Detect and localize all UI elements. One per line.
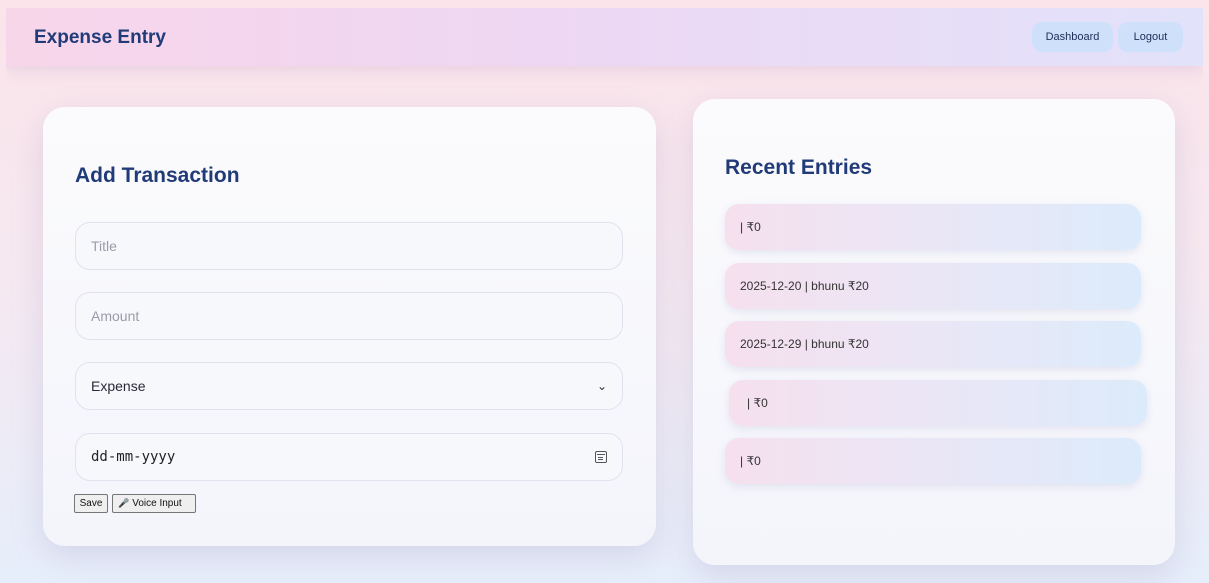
microphone-icon: 🎤 xyxy=(118,498,130,508)
entry-item: | ₹0 xyxy=(725,438,1141,484)
date-placeholder: dd-mm-yyyy xyxy=(91,449,176,465)
title-input[interactable] xyxy=(75,222,623,270)
type-select[interactable]: Expense ⌄ xyxy=(75,362,623,410)
brand-title: Expense Entry xyxy=(34,27,166,48)
voice-input-label: Voice Input xyxy=(132,498,182,509)
navbar: Expense Entry Dashboard Logout xyxy=(6,8,1203,66)
voice-input-button[interactable]: 🎤 Voice Input xyxy=(112,494,196,513)
recent-entries-card: Recent Entries | ₹0 2025-12-20 | bhunu ₹… xyxy=(693,99,1175,565)
add-transaction-card: Add Transaction Expense ⌄ dd-mm-yyyy Sav… xyxy=(43,107,656,546)
chevron-down-icon: ⌄ xyxy=(596,379,607,393)
entry-item: 2025-12-20 | bhunu ₹20 xyxy=(725,263,1141,309)
entry-item: | ₹0 xyxy=(729,380,1147,426)
date-input[interactable]: dd-mm-yyyy xyxy=(75,433,623,481)
entry-item: | ₹0 xyxy=(725,204,1141,250)
dashboard-button[interactable]: Dashboard xyxy=(1032,22,1113,52)
app-frame: Expense Entry Dashboard Logout Add Trans… xyxy=(6,8,1203,583)
logout-button[interactable]: Logout xyxy=(1118,22,1183,52)
entry-item: 2025-12-29 | bhunu ₹20 xyxy=(725,321,1141,367)
add-transaction-title: Add Transaction xyxy=(75,164,240,187)
amount-input[interactable] xyxy=(75,292,623,340)
save-button[interactable]: Save xyxy=(74,494,108,513)
type-select-value: Expense xyxy=(91,378,146,394)
calendar-icon[interactable] xyxy=(595,451,607,463)
recent-entries-title: Recent Entries xyxy=(725,156,873,179)
save-button-label: Save xyxy=(79,498,103,509)
